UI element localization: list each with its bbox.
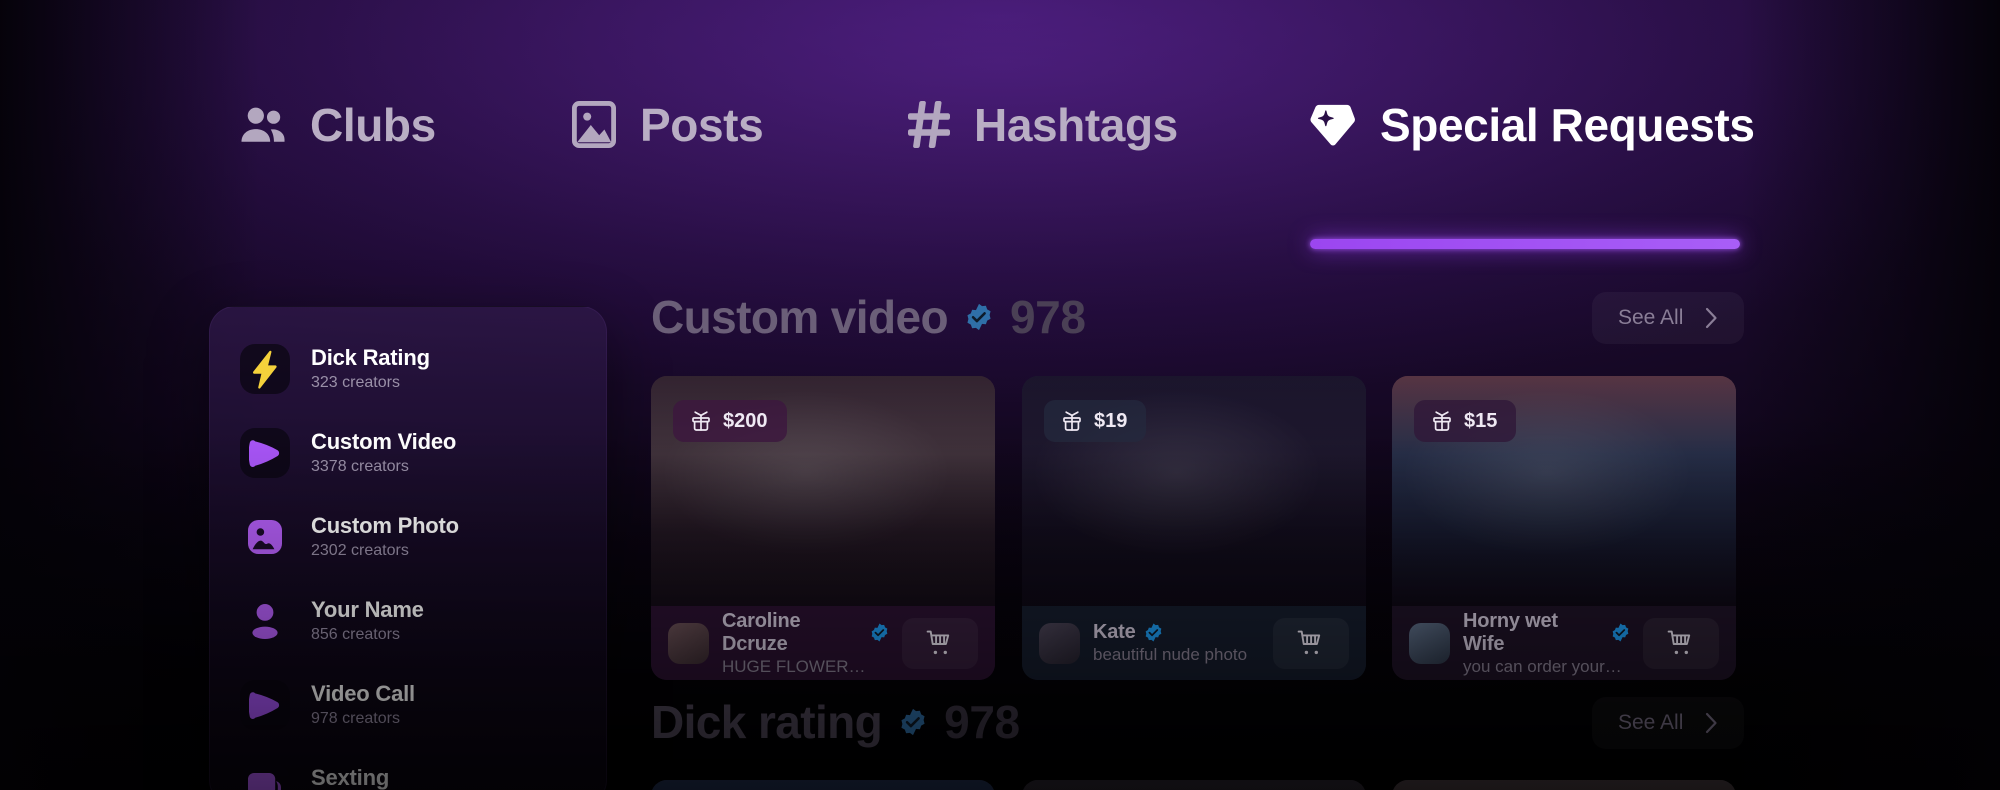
sidebar-item-label: Custom Video — [311, 429, 457, 455]
section-header: Dick rating 978 — [651, 695, 1020, 749]
people-icon — [240, 107, 286, 143]
see-all-label: See All — [1618, 306, 1684, 329]
creator-name: Caroline Dcruze — [722, 609, 801, 655]
nav-tab-label: Hashtags — [974, 99, 1178, 151]
sidebar-item-creator-count: 856 creators — [311, 626, 400, 644]
card-media — [1392, 780, 1736, 790]
sidebar-item-creator-count: 2302 creators — [311, 542, 409, 560]
person-icon — [240, 596, 290, 646]
play-icon — [240, 428, 290, 478]
verified-badge-icon — [899, 708, 927, 736]
request-card[interactable] — [1022, 780, 1366, 790]
price-value: $200 — [723, 409, 768, 432]
price-badge: $200 — [673, 400, 787, 442]
sidebar-item-creator-count: 323 creators — [311, 374, 400, 392]
chat-bubble-icon — [240, 764, 290, 790]
nav-tab-clubs[interactable]: Clubs — [240, 98, 436, 152]
sidebar-item-your-name[interactable]: Your Name 856 creators — [240, 591, 580, 651]
card-footer: Caroline Dcruze HUGE FLOWER… — [651, 606, 995, 680]
sidebar-item-label: Your Name — [311, 597, 424, 623]
request-card[interactable]: $15 Horny wet Wife you can order your… — [1392, 376, 1736, 680]
add-to-cart-button[interactable] — [1273, 617, 1349, 669]
sidebar-item-label: Sexting — [311, 765, 390, 790]
active-tab-underline — [1310, 239, 1740, 249]
card-footer: Horny wet Wife you can order your… — [1392, 606, 1736, 680]
price-value: $15 — [1464, 409, 1498, 432]
price-badge: $15 — [1414, 400, 1517, 442]
sidebar-item-dick-rating[interactable]: Dick Rating 323 creators — [240, 339, 580, 399]
section-title: Dick rating — [651, 696, 883, 748]
sidebar-item-custom-video[interactable]: Custom Video 3378 creators — [240, 423, 580, 483]
nav-tab-hashtags[interactable]: Hashtags — [908, 98, 1178, 152]
price-value: $19 — [1094, 409, 1128, 432]
gift-icon — [1433, 411, 1451, 431]
request-card[interactable]: $200 Caroline Dcruze HUGE FLOWER… — [651, 376, 995, 680]
request-card[interactable] — [1392, 780, 1736, 790]
categories-sidebar[interactable]: Dick Rating 323 creators Custom Video 33… — [209, 306, 607, 790]
sidebar-item-label: Dick Rating — [311, 345, 430, 371]
verified-badge-icon — [870, 623, 889, 642]
nav-tab-posts[interactable]: Posts — [572, 98, 764, 152]
cart-icon — [1297, 630, 1325, 656]
see-all-label: See All — [1618, 711, 1684, 734]
hashtag-icon — [908, 101, 950, 149]
avatar — [1039, 622, 1080, 664]
nav-tab-label: Posts — [640, 99, 764, 151]
cart-icon — [926, 630, 954, 656]
app-stage: Clubs Posts Hashtags Special Requests Di… — [0, 0, 2000, 790]
price-badge: $19 — [1044, 400, 1147, 442]
play-icon — [240, 680, 290, 730]
card-description: you can order your… — [1463, 656, 1622, 676]
sidebar-item-label: Video Call — [311, 681, 415, 707]
diamond-icon — [1310, 103, 1356, 147]
lightning-bolt-icon — [240, 344, 290, 394]
image-icon — [572, 101, 616, 149]
see-all-button[interactable]: See All — [1592, 697, 1745, 749]
request-card[interactable] — [651, 780, 995, 790]
verified-badge-icon — [965, 303, 993, 331]
sidebar-item-video-call[interactable]: Video Call 978 creators — [240, 675, 580, 735]
gift-icon — [692, 411, 710, 431]
card-media — [651, 780, 995, 790]
avatar — [1409, 622, 1450, 664]
card-media — [1022, 780, 1366, 790]
request-card[interactable]: $19 Kate beautiful nude photo — [1022, 376, 1366, 680]
cart-icon — [1667, 630, 1695, 656]
chevron-right-icon — [1705, 712, 1718, 734]
add-to-cart-button[interactable] — [1643, 617, 1719, 669]
avatar — [668, 622, 709, 664]
photo-icon — [240, 512, 290, 562]
verified-badge-icon — [1611, 623, 1630, 642]
sidebar-item-sexting[interactable]: Sexting 458 creators — [240, 759, 580, 790]
card-description: beautiful nude photo — [1093, 645, 1248, 664]
section-count: 978 — [944, 696, 1020, 748]
gift-icon — [1063, 411, 1081, 431]
card-footer: Kate beautiful nude photo — [1022, 606, 1366, 680]
sidebar-item-creator-count: 3378 creators — [311, 458, 409, 476]
section-count: 978 — [1009, 291, 1086, 343]
nav-tab-label: Special Requests — [1380, 99, 1755, 151]
verified-badge-icon — [1144, 623, 1163, 642]
section-title: Custom video — [651, 291, 949, 343]
add-to-cart-button[interactable] — [902, 617, 978, 669]
sidebar-item-custom-photo[interactable]: Custom Photo 2302 creators — [240, 507, 580, 567]
nav-tab-special-requests[interactable]: Special Requests — [1310, 98, 1755, 152]
creator-name: Kate — [1093, 621, 1136, 643]
sidebar-item-creator-count: 978 creators — [311, 710, 400, 728]
main-navigation: Clubs Posts Hashtags Special Requests — [0, 0, 2000, 250]
see-all-button[interactable]: See All — [1592, 292, 1745, 344]
chevron-right-icon — [1705, 307, 1718, 329]
section-header: Custom video 978 — [651, 290, 1086, 344]
creator-name: Horny wet Wife — [1463, 609, 1558, 655]
nav-tab-label: Clubs — [310, 99, 436, 151]
sidebar-item-label: Custom Photo — [311, 513, 459, 539]
card-description: HUGE FLOWER… — [722, 656, 866, 676]
